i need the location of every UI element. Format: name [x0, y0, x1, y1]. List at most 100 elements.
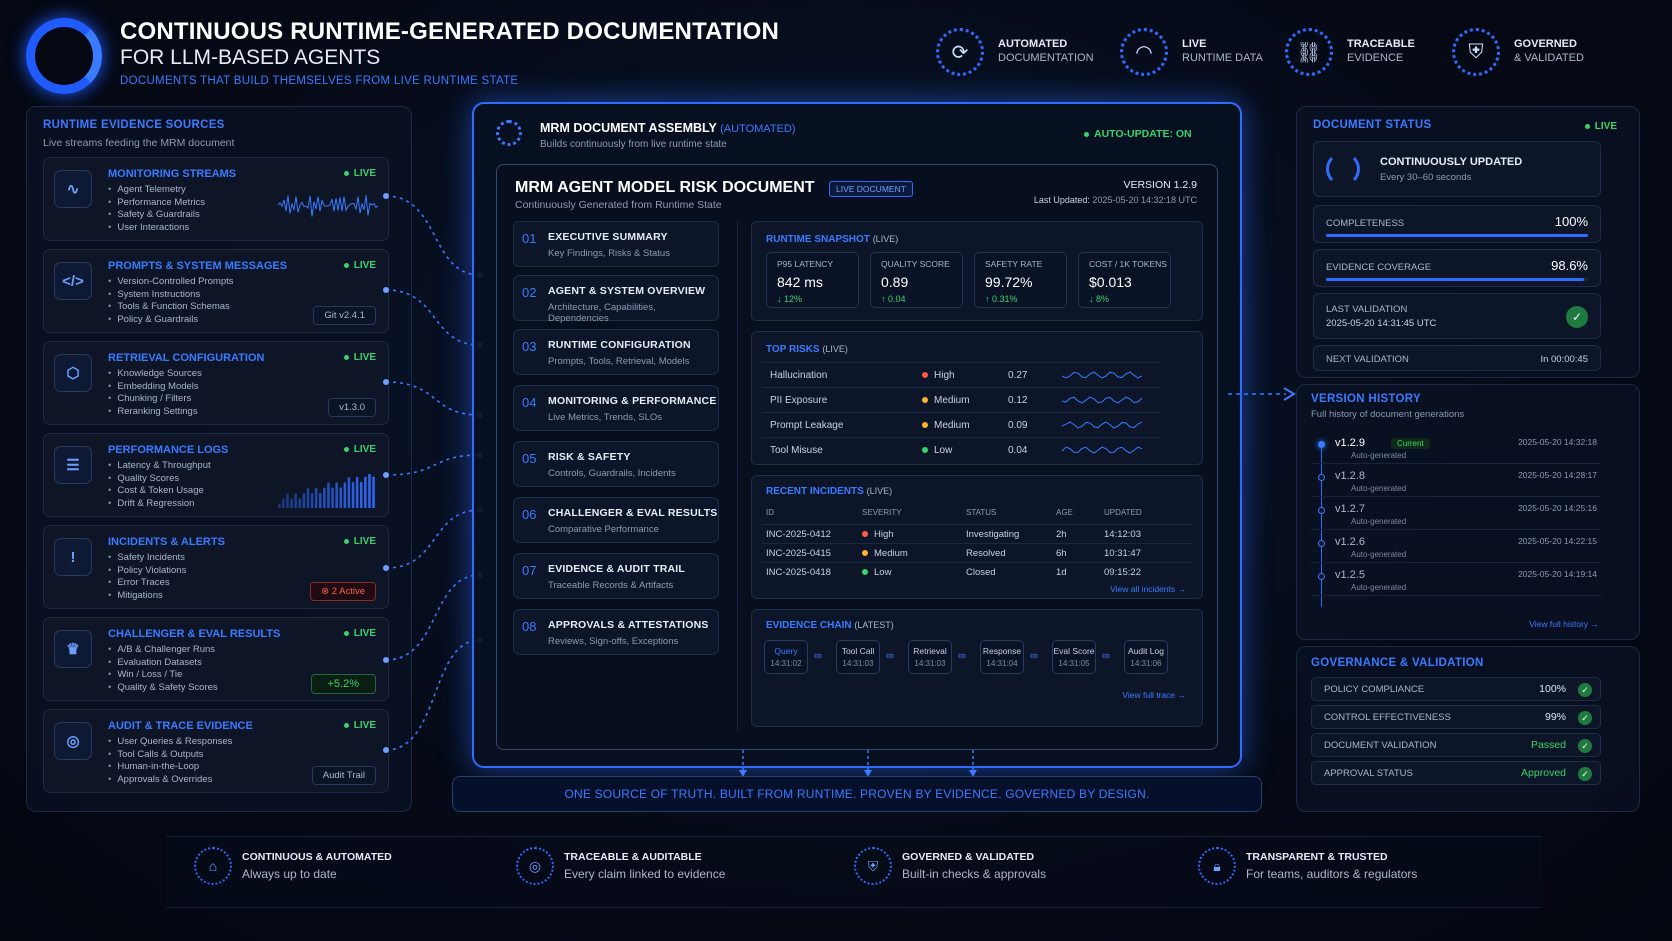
toc-item[interactable]: 07 EVIDENCE & AUDIT TRAIL Traceable Record… — [513, 553, 719, 599]
source-title: CHALLENGER & EVAL RESULTS — [108, 628, 281, 640]
top-risks: TOP RISKS (LIVE) Hallucination High 0.27 PI… — [751, 331, 1203, 465]
evidence-step[interactable]: Query 14:31:02 — [764, 640, 808, 674]
toc-item[interactable]: 05 RISK & SAFETY Controls, Guardrails, Inc… — [513, 441, 719, 487]
risk-score: 0.09 — [1008, 420, 1028, 431]
risk-row[interactable]: Tool Misuse Low 0.04 — [762, 437, 1160, 462]
source-card[interactable]: ◎ AUDIT & TRACE EVIDENCE LIVE User Queries … — [43, 709, 389, 793]
source-card[interactable]: ⬡ RETRIEVAL CONFIGURATION LIVE Knowledge So… — [43, 341, 389, 425]
version-number: v1.2.5 — [1335, 569, 1365, 581]
header-badge-sub: DOCUMENTATION — [998, 52, 1094, 64]
assembly-title-tag: (AUTOMATED) — [720, 123, 796, 135]
toc-title: MONITORING & PERFORMANCE — [548, 395, 717, 407]
source-title: INCIDENTS & ALERTS — [108, 536, 225, 548]
source-card[interactable]: ♛ CHALLENGER & EVAL RESULTS LIVE A/B & Chal… — [43, 617, 389, 701]
evidence-step-time: 14:31:04 — [986, 659, 1018, 668]
updated-sub: Every 30–60 seconds — [1380, 172, 1472, 183]
incident-status: Resolved — [966, 548, 1006, 559]
next-validation-card: NEXT VALIDATION In 00:00:45 — [1313, 345, 1601, 371]
severity-dot-icon — [862, 569, 868, 575]
doc-badge: LIVE DOCUMENT — [829, 181, 913, 197]
toc-item[interactable]: 06 CHALLENGER & EVAL RESULTS Comparative P… — [513, 497, 719, 543]
footer-sub: For teams, auditors & regulators — [1246, 867, 1418, 881]
version-auto-label: Auto-generated — [1351, 583, 1407, 592]
status-live-badge: LIVE — [1585, 121, 1617, 132]
header-badge-title: AUTOMATED — [998, 38, 1068, 50]
source-bullet: User Queries & Responses — [108, 736, 232, 749]
version-date: 2025-05-20 14:19:14 — [1518, 569, 1597, 579]
source-bullet: Agent Telemetry — [108, 184, 205, 197]
version-row[interactable]: v1.2.9 Current Auto-generated 2025-05-20 14… — [1311, 431, 1601, 464]
source-title: PROMPTS & SYSTEM MESSAGES — [108, 260, 288, 272]
source-live-badge: LIVE — [344, 444, 376, 455]
view-full-trace-link[interactable]: View full trace → — [1122, 690, 1186, 700]
toc-item[interactable]: 04 MONITORING & PERFORMANCE Live Metrics, … — [513, 385, 719, 431]
source-card[interactable]: ☰ PERFORMANCE LOGS LIVE Latency & Throughpu… — [43, 433, 389, 517]
shield-check-icon: ⛨ — [1452, 28, 1500, 76]
header-badge-title: GOVERNED — [1514, 38, 1577, 50]
version-date: 2025-05-20 14:28:17 — [1518, 470, 1597, 480]
footer-sub: Every claim linked to evidence — [564, 867, 726, 881]
chain-link-icon: ∞ — [886, 650, 894, 662]
toc-item[interactable]: 01 EXECUTIVE SUMMARY Key Findings, Risks &… — [513, 221, 719, 267]
coverage-card: EVIDENCE COVERAGE 98.6% — [1313, 249, 1601, 287]
timeline-dot-icon — [1318, 441, 1325, 448]
shield-alert-icon: ! — [54, 538, 92, 576]
chain-link-icon: ∞ — [814, 650, 822, 662]
incident-row[interactable]: INC-2025-0412 High Investigating 2h 14:12:03 — [762, 524, 1192, 543]
completeness-value: 100% — [1554, 214, 1588, 229]
evidence-step[interactable]: Retrieval 14:31:03 — [908, 640, 952, 674]
risk-row[interactable]: Hallucination High 0.27 — [762, 362, 1160, 387]
metric-delta: ↑ 0.31% — [985, 294, 1018, 304]
source-live-badge: LIVE — [344, 168, 376, 179]
continuously-updated-card: CONTINUOUSLY UPDATED Every 30–60 seconds — [1313, 141, 1601, 197]
toc-title: EXECUTIVE SUMMARY — [548, 231, 668, 243]
source-card[interactable]: ! INCIDENTS & ALERTS LIVE Safety IncidentsP… — [43, 525, 389, 609]
toc-sub: Prompts, Tools, Retrieval, Models — [548, 356, 690, 367]
doc-version: VERSION 1.2.9 — [1123, 179, 1197, 191]
view-all-incidents-link[interactable]: View all incidents → — [1110, 584, 1186, 594]
incident-header: SEVERITY — [862, 508, 902, 517]
check-icon: ✓ — [1578, 711, 1592, 725]
evidence-step[interactable]: Audit Log 14:31:06 — [1124, 640, 1168, 674]
toc-item[interactable]: 02 AGENT & SYSTEM OVERVIEW Architecture, C… — [513, 275, 719, 324]
evidence-step[interactable]: Response 14:31:04 — [980, 640, 1024, 674]
incident-row[interactable]: INC-2025-0418 Low Closed 1d 09:15:22 — [762, 562, 1192, 581]
source-title: AUDIT & TRACE EVIDENCE — [108, 720, 253, 732]
incident-status: Investigating — [966, 529, 1020, 540]
risk-level: Medium — [922, 395, 970, 406]
source-bullets: A/B & Challenger RunsEvaluation Datasets… — [108, 644, 217, 694]
evidence-step-time: 14:31:06 — [1130, 659, 1162, 668]
evidence-step[interactable]: Tool Call 14:31:03 — [836, 640, 880, 674]
source-card[interactable]: </> PROMPTS & SYSTEM MESSAGES LIVE Version-… — [43, 249, 389, 333]
source-bullet: Drift & Regression — [108, 498, 211, 511]
evidence-step[interactable]: Eval Score 14:31:05 — [1052, 640, 1096, 674]
source-card[interactable]: ∿ MONITORING STREAMS LIVE Agent TelemetryPe… — [43, 157, 389, 241]
toc-sub: Live Metrics, Trends, SLOs — [548, 412, 663, 423]
version-row[interactable]: v1.2.7 Auto-generated 2025-05-20 14:25:16 — [1311, 497, 1601, 530]
incident-row[interactable]: INC-2025-0415 Medium Resolved 6h 10:31:47 — [762, 543, 1192, 562]
risk-dot-icon — [922, 372, 928, 378]
risk-row[interactable]: Prompt Leakage Medium 0.09 — [762, 412, 1160, 437]
target-icon: ◎ — [516, 847, 554, 885]
toc-item[interactable]: 03 RUNTIME CONFIGURATION Prompts, Tools, R… — [513, 329, 719, 375]
risk-row[interactable]: PII Exposure Medium 0.12 — [762, 387, 1160, 412]
source-bullet: Version-Controlled Prompts — [108, 276, 233, 289]
page-subtitle: FOR LLM-BASED AGENTS — [120, 46, 381, 69]
toc-item[interactable]: 08 APPROVALS & ATTESTATIONS Reviews, Sign-… — [513, 609, 719, 655]
completeness-card: COMPLETENESS 100% — [1313, 205, 1601, 243]
source-live-badge: LIVE — [344, 536, 376, 547]
version-row[interactable]: v1.2.5 Auto-generated 2025-05-20 14:19:14 — [1311, 563, 1601, 596]
risk-name: Tool Misuse — [770, 445, 823, 456]
source-bullets: User Queries & ResponsesTool Calls & Out… — [108, 736, 232, 786]
source-bullet: Performance Metrics — [108, 197, 205, 210]
version-row[interactable]: v1.2.6 Auto-generated 2025-05-20 14:22:15 — [1311, 530, 1601, 563]
version-number: v1.2.9 — [1335, 437, 1365, 449]
incident-header: AGE — [1056, 508, 1073, 517]
coverage-bar — [1326, 278, 1588, 281]
version-subtitle: Full history of document generations — [1311, 409, 1465, 420]
page-title: CONTINUOUS RUNTIME-GENERATED DOCUMENTATI… — [120, 18, 780, 45]
source-live-badge: LIVE — [344, 628, 376, 639]
version-row[interactable]: v1.2.8 Auto-generated 2025-05-20 14:28:17 — [1311, 464, 1601, 497]
auto-update-status[interactable]: AUTO-UPDATE: ON — [1084, 128, 1192, 140]
view-full-history-link[interactable]: View full history → — [1529, 619, 1599, 629]
